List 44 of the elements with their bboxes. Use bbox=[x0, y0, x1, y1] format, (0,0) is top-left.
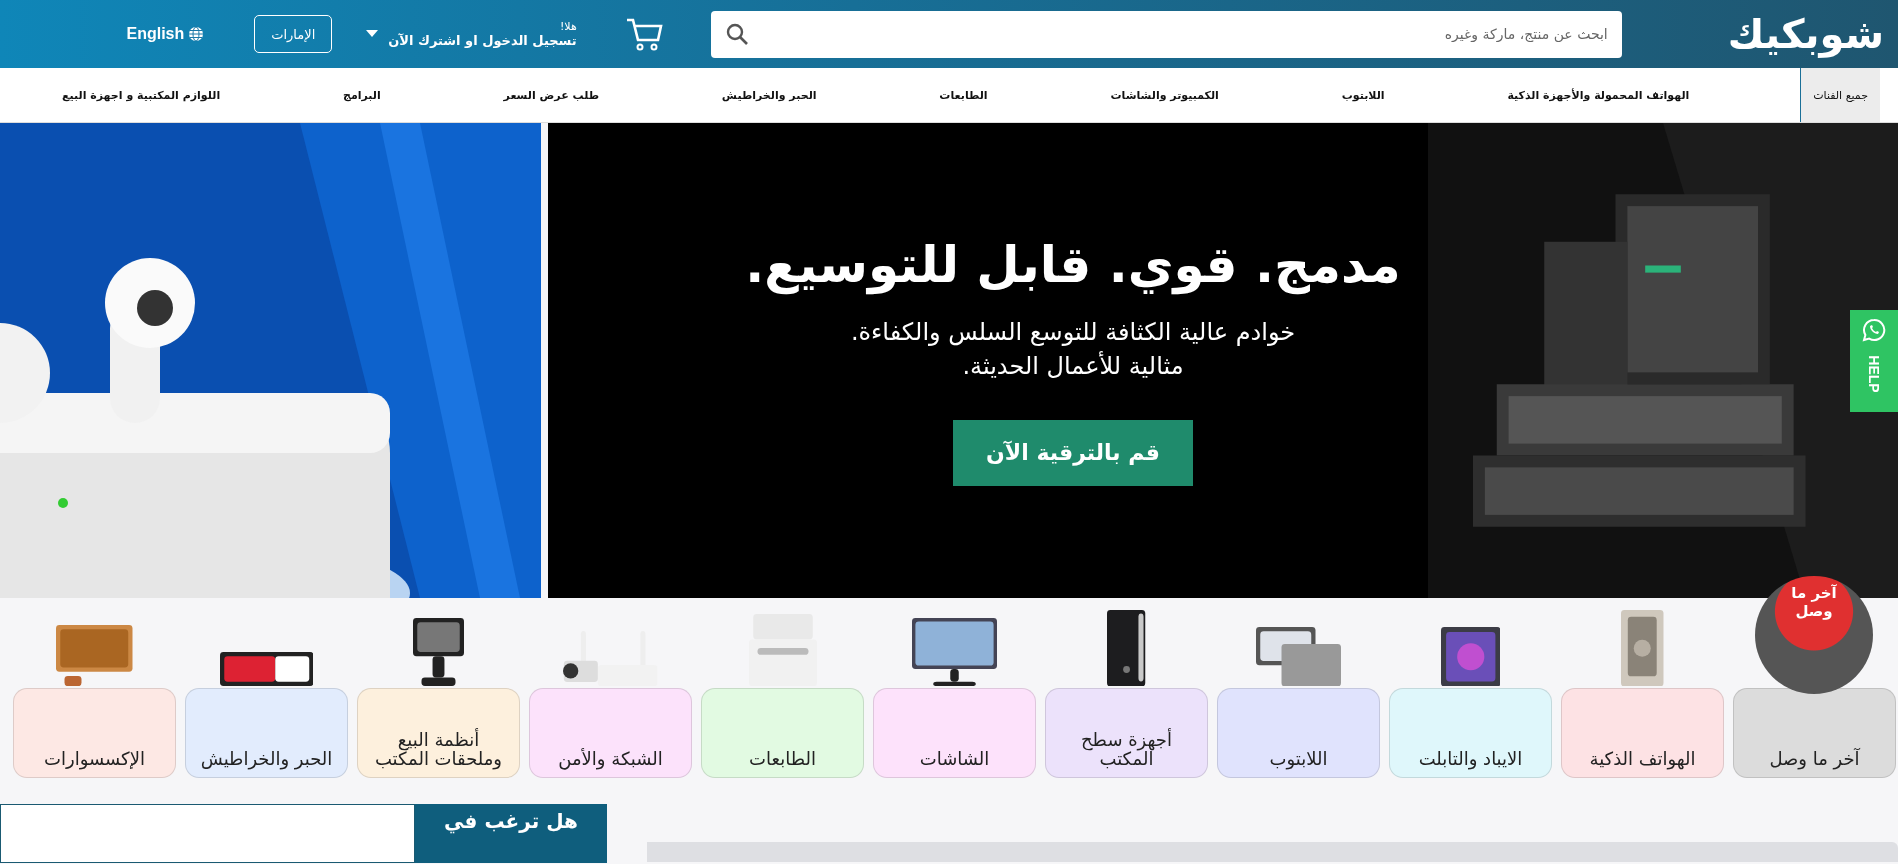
category-label: الايباد والتابلت bbox=[1417, 750, 1524, 769]
category-nav-item[interactable]: الكمبيوتر والشاشات bbox=[1098, 68, 1231, 122]
category-nav-item[interactable]: الهواتف المحمولة والأجهزة الذكية bbox=[1495, 68, 1702, 122]
promo-heading: هل ترغب في bbox=[415, 804, 607, 863]
cart-icon[interactable] bbox=[624, 17, 663, 51]
caret-icon[interactable] bbox=[366, 30, 379, 38]
region-button[interactable]: الإمارات bbox=[254, 15, 333, 53]
category-label: الطابعات bbox=[748, 750, 817, 769]
hero-subtitle: خوادم عالية الكثافة للتوسع السلس والكفاءة. bbox=[850, 317, 1296, 346]
category-card[interactable]: الحبر والخراطيش bbox=[185, 688, 348, 778]
category-nav-item[interactable]: طلب عرض السعر bbox=[491, 68, 612, 122]
category-card[interactable]: الطابعات bbox=[701, 688, 864, 778]
greeting-text: هلا! bbox=[558, 20, 577, 33]
category-label: الحبر والخراطيش bbox=[199, 750, 334, 769]
category-card[interactable]: أجهزة سطح المكتب bbox=[1045, 688, 1208, 778]
search-field[interactable]: ابحث عن منتج، ماركة وغيره bbox=[710, 10, 1622, 58]
category-card[interactable]: آخر ما وصل bbox=[1733, 688, 1896, 778]
category-nav-item[interactable]: الحبر والخراطيش bbox=[709, 68, 829, 122]
category-card[interactable]: اللابتوب bbox=[1217, 688, 1380, 778]
search-icon[interactable] bbox=[724, 21, 749, 46]
category-card[interactable]: الايباد والتابلت bbox=[1389, 688, 1552, 778]
language-link[interactable]: English bbox=[126, 25, 185, 43]
category-nav-item[interactable]: البرامج bbox=[331, 68, 393, 122]
category-label: آخر ما وصل bbox=[1768, 750, 1862, 769]
category-nav-item[interactable]: اللابتوب bbox=[1329, 68, 1397, 122]
hero-subtitle: مثالية للأعمال الحديثة. bbox=[962, 351, 1184, 380]
category-card[interactable]: الهواتف الذكية bbox=[1561, 688, 1724, 778]
category-nav-item[interactable]: الطابعات bbox=[927, 68, 1000, 122]
category-label: الشبكة والأمن bbox=[557, 750, 664, 769]
upgrade-button[interactable]: قم بالترقية الآن bbox=[953, 419, 1193, 486]
category-card[interactable]: الإكسسوارات bbox=[13, 688, 176, 778]
login-link[interactable]: تسجيل الدخول او اشترك الآن bbox=[388, 33, 577, 48]
category-card[interactable]: الشاشات bbox=[873, 688, 1036, 778]
category-nav-item[interactable]: اللوازم المكتبية و اجهزة البيع bbox=[50, 68, 233, 122]
category-card[interactable]: الشبكة والأمن bbox=[529, 688, 692, 778]
category-label: الهواتف الذكية bbox=[1588, 750, 1697, 769]
category-label: الإكسسوارات bbox=[43, 750, 146, 769]
category-label: اللابتوب bbox=[1268, 750, 1329, 769]
category-nav-item[interactable]: جميع الفنات bbox=[1800, 68, 1880, 122]
globe-icon[interactable] bbox=[188, 26, 205, 42]
category-label: الشاشات bbox=[918, 750, 991, 769]
category-card[interactable]: أنظمة البيع وملحقات المكتب bbox=[357, 688, 520, 778]
hero-headline: مدمج. قوي. قابل للتوسيع. bbox=[745, 235, 1401, 294]
logo[interactable]: شوبكيك bbox=[1727, 11, 1884, 57]
